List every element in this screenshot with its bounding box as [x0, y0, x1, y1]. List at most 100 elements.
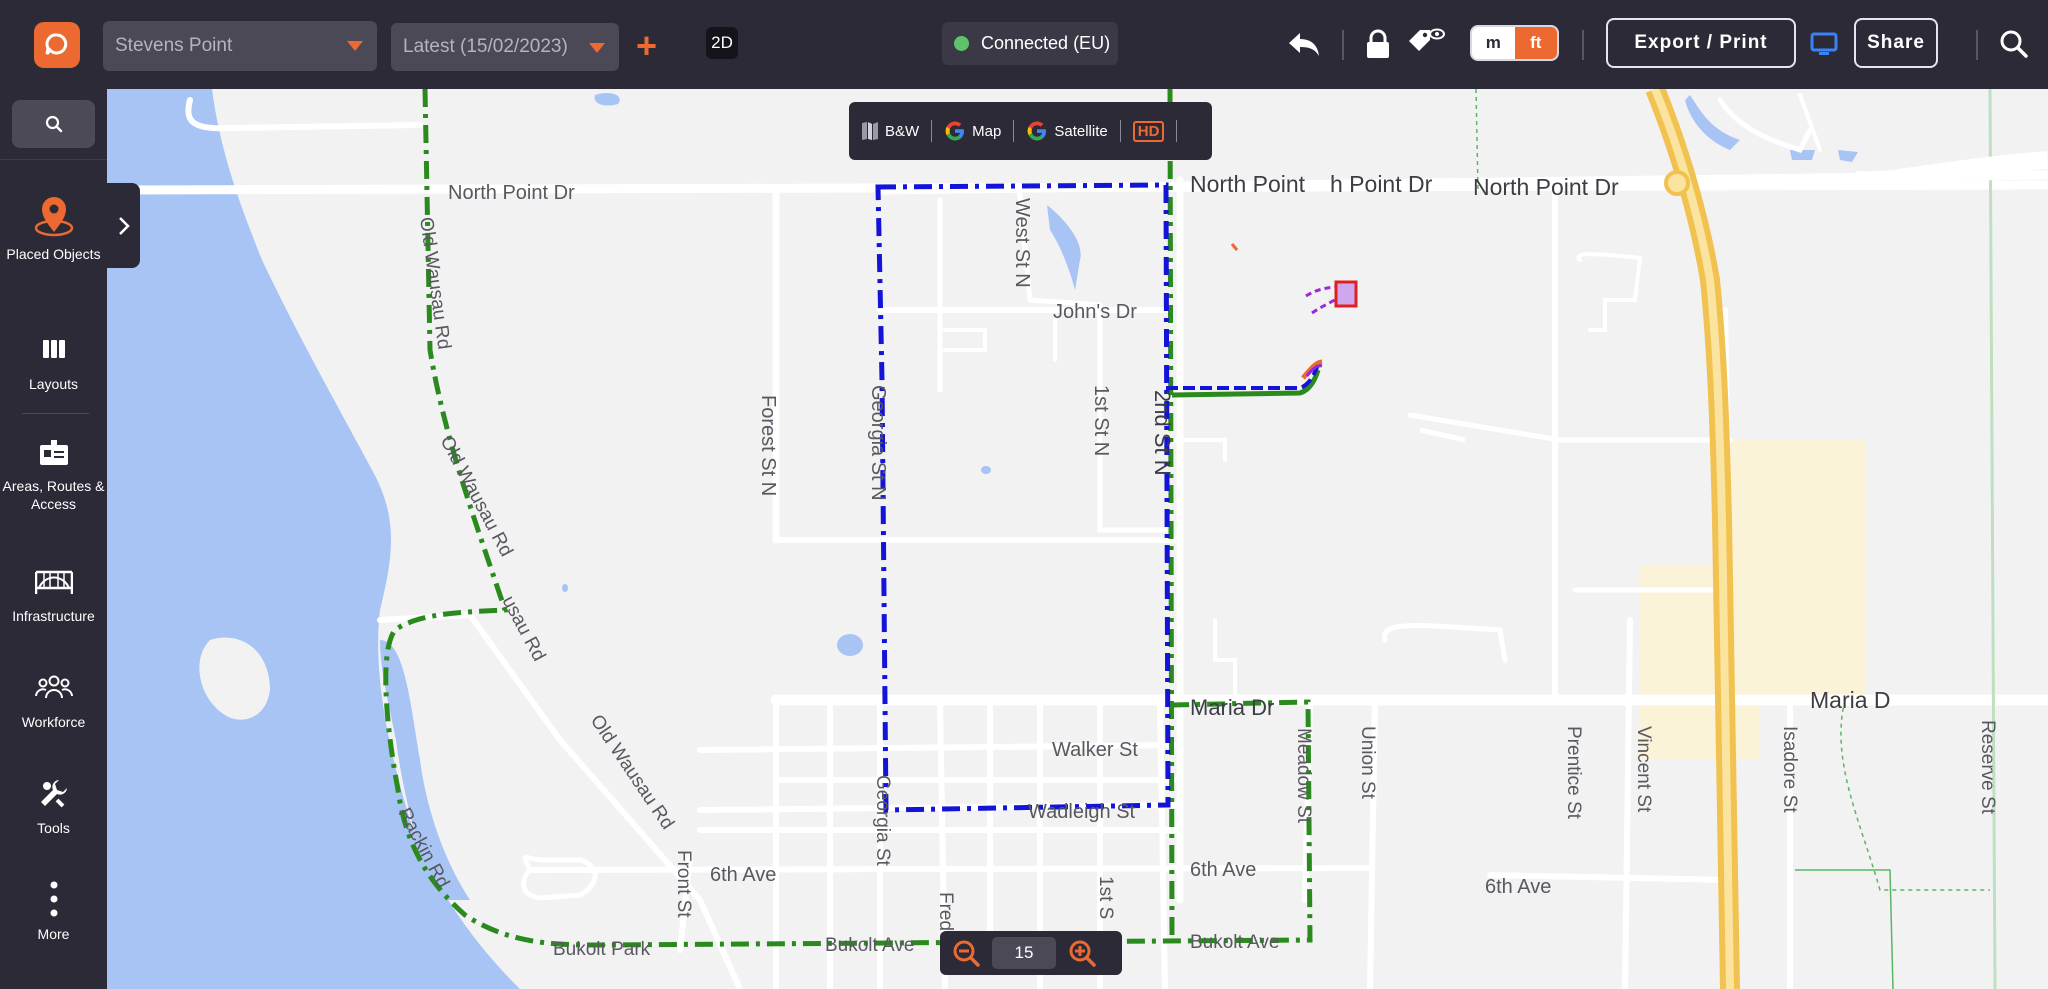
zoom-level-value[interactable]: 15	[992, 937, 1056, 969]
top-bar: Stevens Point Latest (15/02/2023) + 2D C…	[0, 0, 2048, 89]
divider	[1976, 30, 1978, 60]
map-label: Old Wausau Rd	[436, 432, 517, 560]
divider	[0, 159, 107, 160]
map-label: 6th Ave	[1190, 859, 1256, 881]
tag-eye-icon	[1409, 28, 1445, 51]
sidebar-search-button[interactable]	[12, 100, 95, 148]
sidebar-item-label: Tools	[37, 820, 70, 836]
sidebar-item-infrastructure[interactable]: Infrastructure	[0, 559, 107, 625]
divider	[1119, 120, 1121, 142]
hd-toggle[interactable]: HD	[1132, 120, 1165, 142]
map-label: Maria Dr	[1190, 695, 1274, 720]
map-label: 6th Ave	[1485, 876, 1551, 898]
columns-icon	[42, 340, 65, 358]
connection-status: Connected (EU)	[942, 22, 1118, 65]
sidebar-item-more[interactable]: More	[0, 877, 107, 943]
google-logo-icon	[945, 121, 965, 141]
map-label: West St N	[1011, 198, 1033, 288]
undo-button[interactable]	[1284, 26, 1324, 62]
bw-map-label: B&W	[885, 122, 920, 140]
roundabout	[1664, 170, 1690, 196]
google-logo-icon	[1027, 121, 1047, 141]
zoom-in-button[interactable]	[1068, 939, 1096, 967]
chevron-down-icon	[347, 41, 363, 51]
pond-water	[981, 466, 991, 474]
tag-visibility-button[interactable]	[1406, 26, 1446, 62]
blue-route	[1166, 364, 1320, 390]
sidebar-item-label: Placed Objects	[6, 246, 101, 262]
view-mode-toggle[interactable]: 2D	[706, 27, 738, 59]
bridge-icon	[34, 570, 73, 594]
divider	[931, 120, 933, 142]
add-button[interactable]: +	[636, 28, 657, 64]
map-label: Bukolt Ave	[825, 935, 914, 956]
undo-icon	[1289, 33, 1319, 56]
id-card-icon	[39, 440, 68, 465]
divider	[22, 413, 89, 414]
sidebar-item-placed-objects[interactable]: Placed Objects	[0, 193, 107, 263]
version-select-value: Latest (15/02/2023)	[403, 36, 568, 57]
park-path	[1840, 699, 1990, 891]
map-label: 2nd St N	[1150, 390, 1175, 476]
app-logo[interactable]	[34, 22, 80, 68]
unit-toggle[interactable]: m ft	[1470, 25, 1559, 61]
placed-object-marker[interactable]	[1334, 280, 1358, 308]
map-label: Georgia St	[872, 775, 893, 867]
unit-ft-option[interactable]: ft	[1514, 27, 1557, 59]
zoom-out-icon	[953, 940, 980, 967]
orange-marker	[1230, 243, 1239, 251]
lock-button[interactable]	[1358, 26, 1398, 62]
map-label: North Point Dr	[1473, 174, 1619, 200]
desktop-view-button[interactable]	[1804, 26, 1844, 62]
zoom-out-button[interactable]	[952, 939, 980, 967]
site-select[interactable]: Stevens Point	[103, 21, 377, 71]
map-label: Bukolt Ave	[1190, 932, 1279, 953]
zoom-in-icon	[1069, 940, 1096, 967]
unit-m-option[interactable]: m	[1472, 27, 1515, 59]
search-button[interactable]	[1994, 26, 2034, 62]
map-label: Reserve St	[1977, 720, 1998, 815]
export-print-button[interactable]: Export / Print	[1606, 18, 1796, 68]
pond-water	[594, 93, 620, 106]
sidebar-item-areas-routes-access[interactable]: Areas, Routes & Access	[0, 431, 107, 513]
divider	[1013, 120, 1015, 142]
sidebar-item-layouts[interactable]: Layouts	[0, 327, 107, 393]
sidebar-item-label: Workforce	[21, 714, 86, 730]
map-label: Vincent St	[1633, 726, 1654, 813]
pond-water	[1838, 150, 1858, 162]
map-label: Wadleigh St	[1028, 801, 1136, 823]
pond-water	[1790, 150, 1815, 160]
connection-status-label: Connected (EU)	[981, 33, 1111, 53]
map-label: Union St	[1357, 726, 1378, 800]
sidebar-item-label: More	[37, 926, 70, 942]
map-pin-icon	[34, 197, 73, 237]
sidebar: Placed Objects Layouts Areas, Routes & A…	[0, 89, 107, 989]
green-route	[1167, 89, 1175, 941]
map-canvas[interactable]: North Point Dr North Point h Point Dr No…	[107, 89, 2048, 989]
map-label: 1st S	[1095, 876, 1116, 919]
site-select-value: Stevens Point	[115, 35, 233, 56]
bw-map-option[interactable]: B&W	[861, 121, 919, 141]
logo-icon	[45, 33, 68, 55]
map-label: Walker St	[1052, 739, 1138, 761]
map-label: Meadow St	[1293, 728, 1314, 824]
chevron-right-icon	[118, 216, 130, 235]
chevron-down-icon	[589, 43, 605, 53]
sidebar-expand-button[interactable]	[107, 183, 140, 268]
map-label: North Point	[1190, 171, 1306, 197]
google-map-label: Map	[972, 122, 1002, 140]
version-select[interactable]: Latest (15/02/2023)	[391, 23, 619, 71]
google-map-option[interactable]: Map	[944, 120, 1001, 142]
google-satellite-option[interactable]: Satellite	[1026, 120, 1108, 142]
sidebar-item-tools[interactable]: Tools	[0, 771, 107, 837]
map-label: Maria D	[1810, 687, 1891, 713]
map-svg[interactable]: North Point Dr North Point h Point Dr No…	[107, 89, 2048, 989]
share-button[interactable]: Share	[1854, 18, 1938, 68]
sidebar-item-workforce[interactable]: Workforce	[0, 665, 107, 731]
map-label: John's Dr	[1053, 301, 1137, 323]
map-label: 1st St N	[1090, 385, 1112, 456]
map-label: Georgia St N	[867, 385, 889, 501]
pond-water	[562, 584, 568, 592]
divider	[1342, 30, 1344, 60]
purple-route-marker	[1305, 285, 1336, 298]
